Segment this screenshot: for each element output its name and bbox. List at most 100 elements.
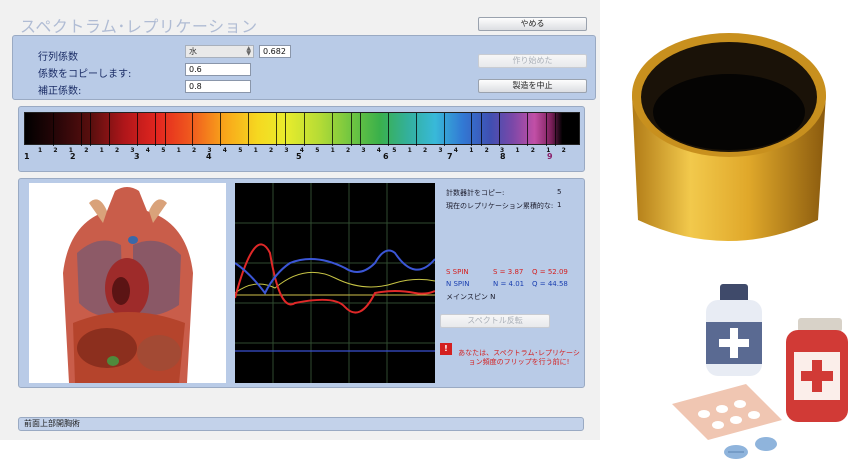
spectrum-minor-tick: 3 xyxy=(284,147,289,154)
spectrum-minor-tick: 1 xyxy=(330,147,335,154)
spectrum-minor-tick: 1 xyxy=(38,147,43,154)
spectrum-line xyxy=(387,113,389,146)
spectrum-line xyxy=(248,113,250,146)
spectrum-line xyxy=(499,113,501,146)
counter-copy-value: 5 xyxy=(557,188,562,196)
spectrum-line xyxy=(276,113,278,146)
spectrum-minor-tick: 3 xyxy=(130,147,135,154)
spectrum-minor-tick: 1 xyxy=(176,147,181,154)
spectrum-minor-tick: 2 xyxy=(115,147,120,154)
spectrum-line xyxy=(415,113,417,146)
spectrum-invert-button[interactable]: スペクトル反転 xyxy=(440,314,550,328)
decorative-illustration xyxy=(600,0,860,472)
spectrum-line xyxy=(192,113,194,146)
spectrum-line xyxy=(220,113,222,146)
spectrum-minor-tick: 3 xyxy=(361,147,366,154)
spectrum-minor-tick: 2 xyxy=(423,147,428,154)
spectrum-line xyxy=(304,113,305,146)
n-spin-q: Q = 44.58 xyxy=(532,280,568,288)
spectrum-line xyxy=(480,113,482,146)
spectrum-minor-tick: 2 xyxy=(269,147,274,154)
spectrum-major-tick: 6 xyxy=(383,152,389,161)
anatomy-image xyxy=(29,183,226,383)
spectrum-minor-tick: 2 xyxy=(53,147,58,154)
spectrum-minor-tick: 4 xyxy=(453,147,458,154)
spectrum-minor-tick: 5 xyxy=(392,147,397,154)
spectrum-line xyxy=(331,113,333,146)
spectrum-line xyxy=(285,113,287,146)
medicine-bottle-icon xyxy=(786,318,848,422)
spectrum-line xyxy=(136,113,138,146)
spectrum-line xyxy=(350,113,352,146)
spectrum-minor-tick: 1 xyxy=(546,147,551,154)
main-spin-label: メインスピン N xyxy=(446,293,496,301)
matrix-select-value: 水 xyxy=(189,47,197,56)
spectrum-minor-tick: 2 xyxy=(84,147,89,154)
spectrum-line xyxy=(52,113,54,146)
spectrum-line xyxy=(80,113,82,146)
spectrum-line xyxy=(164,113,166,146)
spectrum-minor-tick: 2 xyxy=(561,147,566,154)
copy-coefficient-input[interactable]: 0.6 xyxy=(185,63,251,76)
spectrum-minor-tick: 1 xyxy=(68,147,73,154)
spectrum-minor-tick: 3 xyxy=(438,147,443,154)
n-spin-label: N SPIN xyxy=(446,280,470,288)
correction-coefficient-input[interactable]: 0.8 xyxy=(185,80,251,93)
spectrum-minor-tick: 2 xyxy=(530,147,535,154)
gold-container-icon xyxy=(632,33,826,241)
spectrum-line xyxy=(527,113,529,146)
spectrum-line xyxy=(545,113,547,146)
spectrum-minor-tick: 1 xyxy=(99,147,104,154)
s-spin-q: Q = 52.09 xyxy=(532,268,568,276)
cancel-manufacturing-button[interactable]: 製造を中止 xyxy=(478,79,587,93)
spin-chart xyxy=(234,183,436,383)
n-spin-value: N = 4.01 xyxy=(493,280,525,288)
spectrum-major-tick: 3 xyxy=(134,152,140,161)
counter-copy-label: 計数器計をコピー: xyxy=(446,189,505,197)
spectrum-minor-tick: 1 xyxy=(515,147,520,154)
spectrum-minor-tick: 5 xyxy=(315,147,320,154)
spectrum-minor-tick: 1 xyxy=(253,147,258,154)
spectrum-minor-tick: 4 xyxy=(222,147,227,154)
spectrum-minor-tick: 2 xyxy=(192,147,197,154)
spectrum-minor-tick: 5 xyxy=(161,147,166,154)
app-window: スペクトラム･レプリケーション やめる 行列係数 水 ▲ ▼ 0.682 係数をコ… xyxy=(0,0,600,440)
spectrum-minor-tick: 1 xyxy=(469,147,474,154)
spectrum-major-tick: 1 xyxy=(24,152,30,161)
pill-bottle-icon xyxy=(706,284,762,376)
matrix-value-input[interactable]: 0.682 xyxy=(259,45,291,58)
app-title: スペクトラム･レプリケーション xyxy=(20,17,258,36)
warning-message: あなたは、スペクトラム･レプリケーション頻度のフリップを行う前に! xyxy=(458,349,580,366)
current-replication-label: 現在のレプリケーション累積的な: xyxy=(446,202,554,210)
start-button[interactable]: 作り始めた xyxy=(478,54,587,68)
blister-pack-icon xyxy=(672,384,782,440)
spinner-arrows-icon[interactable]: ▲ ▼ xyxy=(246,46,251,57)
correction-coefficient-label: 補正係数: xyxy=(38,86,82,97)
spectrum-minor-tick: 4 xyxy=(376,147,381,154)
spectrum-line xyxy=(443,113,445,146)
spectrum-minor-tick: 2 xyxy=(346,147,351,154)
stop-button[interactable]: やめる xyxy=(478,17,587,31)
spectrum-major-tick: 7 xyxy=(447,152,453,161)
spectrum-minor-tick: 3 xyxy=(500,147,505,154)
matrix-select[interactable]: 水 ▲ ▼ xyxy=(185,45,254,58)
spectrum-line xyxy=(108,113,110,146)
spectrum-minor-tick: 4 xyxy=(145,147,150,154)
status-bar: 前面上部開胸術 xyxy=(18,417,584,431)
spectrum-minor-tick: 4 xyxy=(299,147,304,154)
s-spin-value: S = 3.87 xyxy=(493,268,524,276)
spectrum-line xyxy=(90,113,92,146)
copy-coefficient-label: 係数をコピーします: xyxy=(38,69,132,80)
spectrum-minor-tick: 1 xyxy=(407,147,412,154)
spectrum-line xyxy=(359,113,361,146)
tablets-icon xyxy=(724,437,777,459)
matrix-coefficient-label: 行列係数 xyxy=(38,52,78,63)
spectrum-line xyxy=(555,113,557,146)
current-replication-value: 1 xyxy=(557,201,562,209)
warning-icon: ! xyxy=(440,343,452,355)
spectrum-minor-tick: 3 xyxy=(207,147,212,154)
s-spin-label: S SPIN xyxy=(446,268,469,276)
spectrum-minor-tick: 5 xyxy=(238,147,243,154)
spectrum-line xyxy=(471,113,473,146)
spectrum-bar[interactable] xyxy=(24,112,580,146)
